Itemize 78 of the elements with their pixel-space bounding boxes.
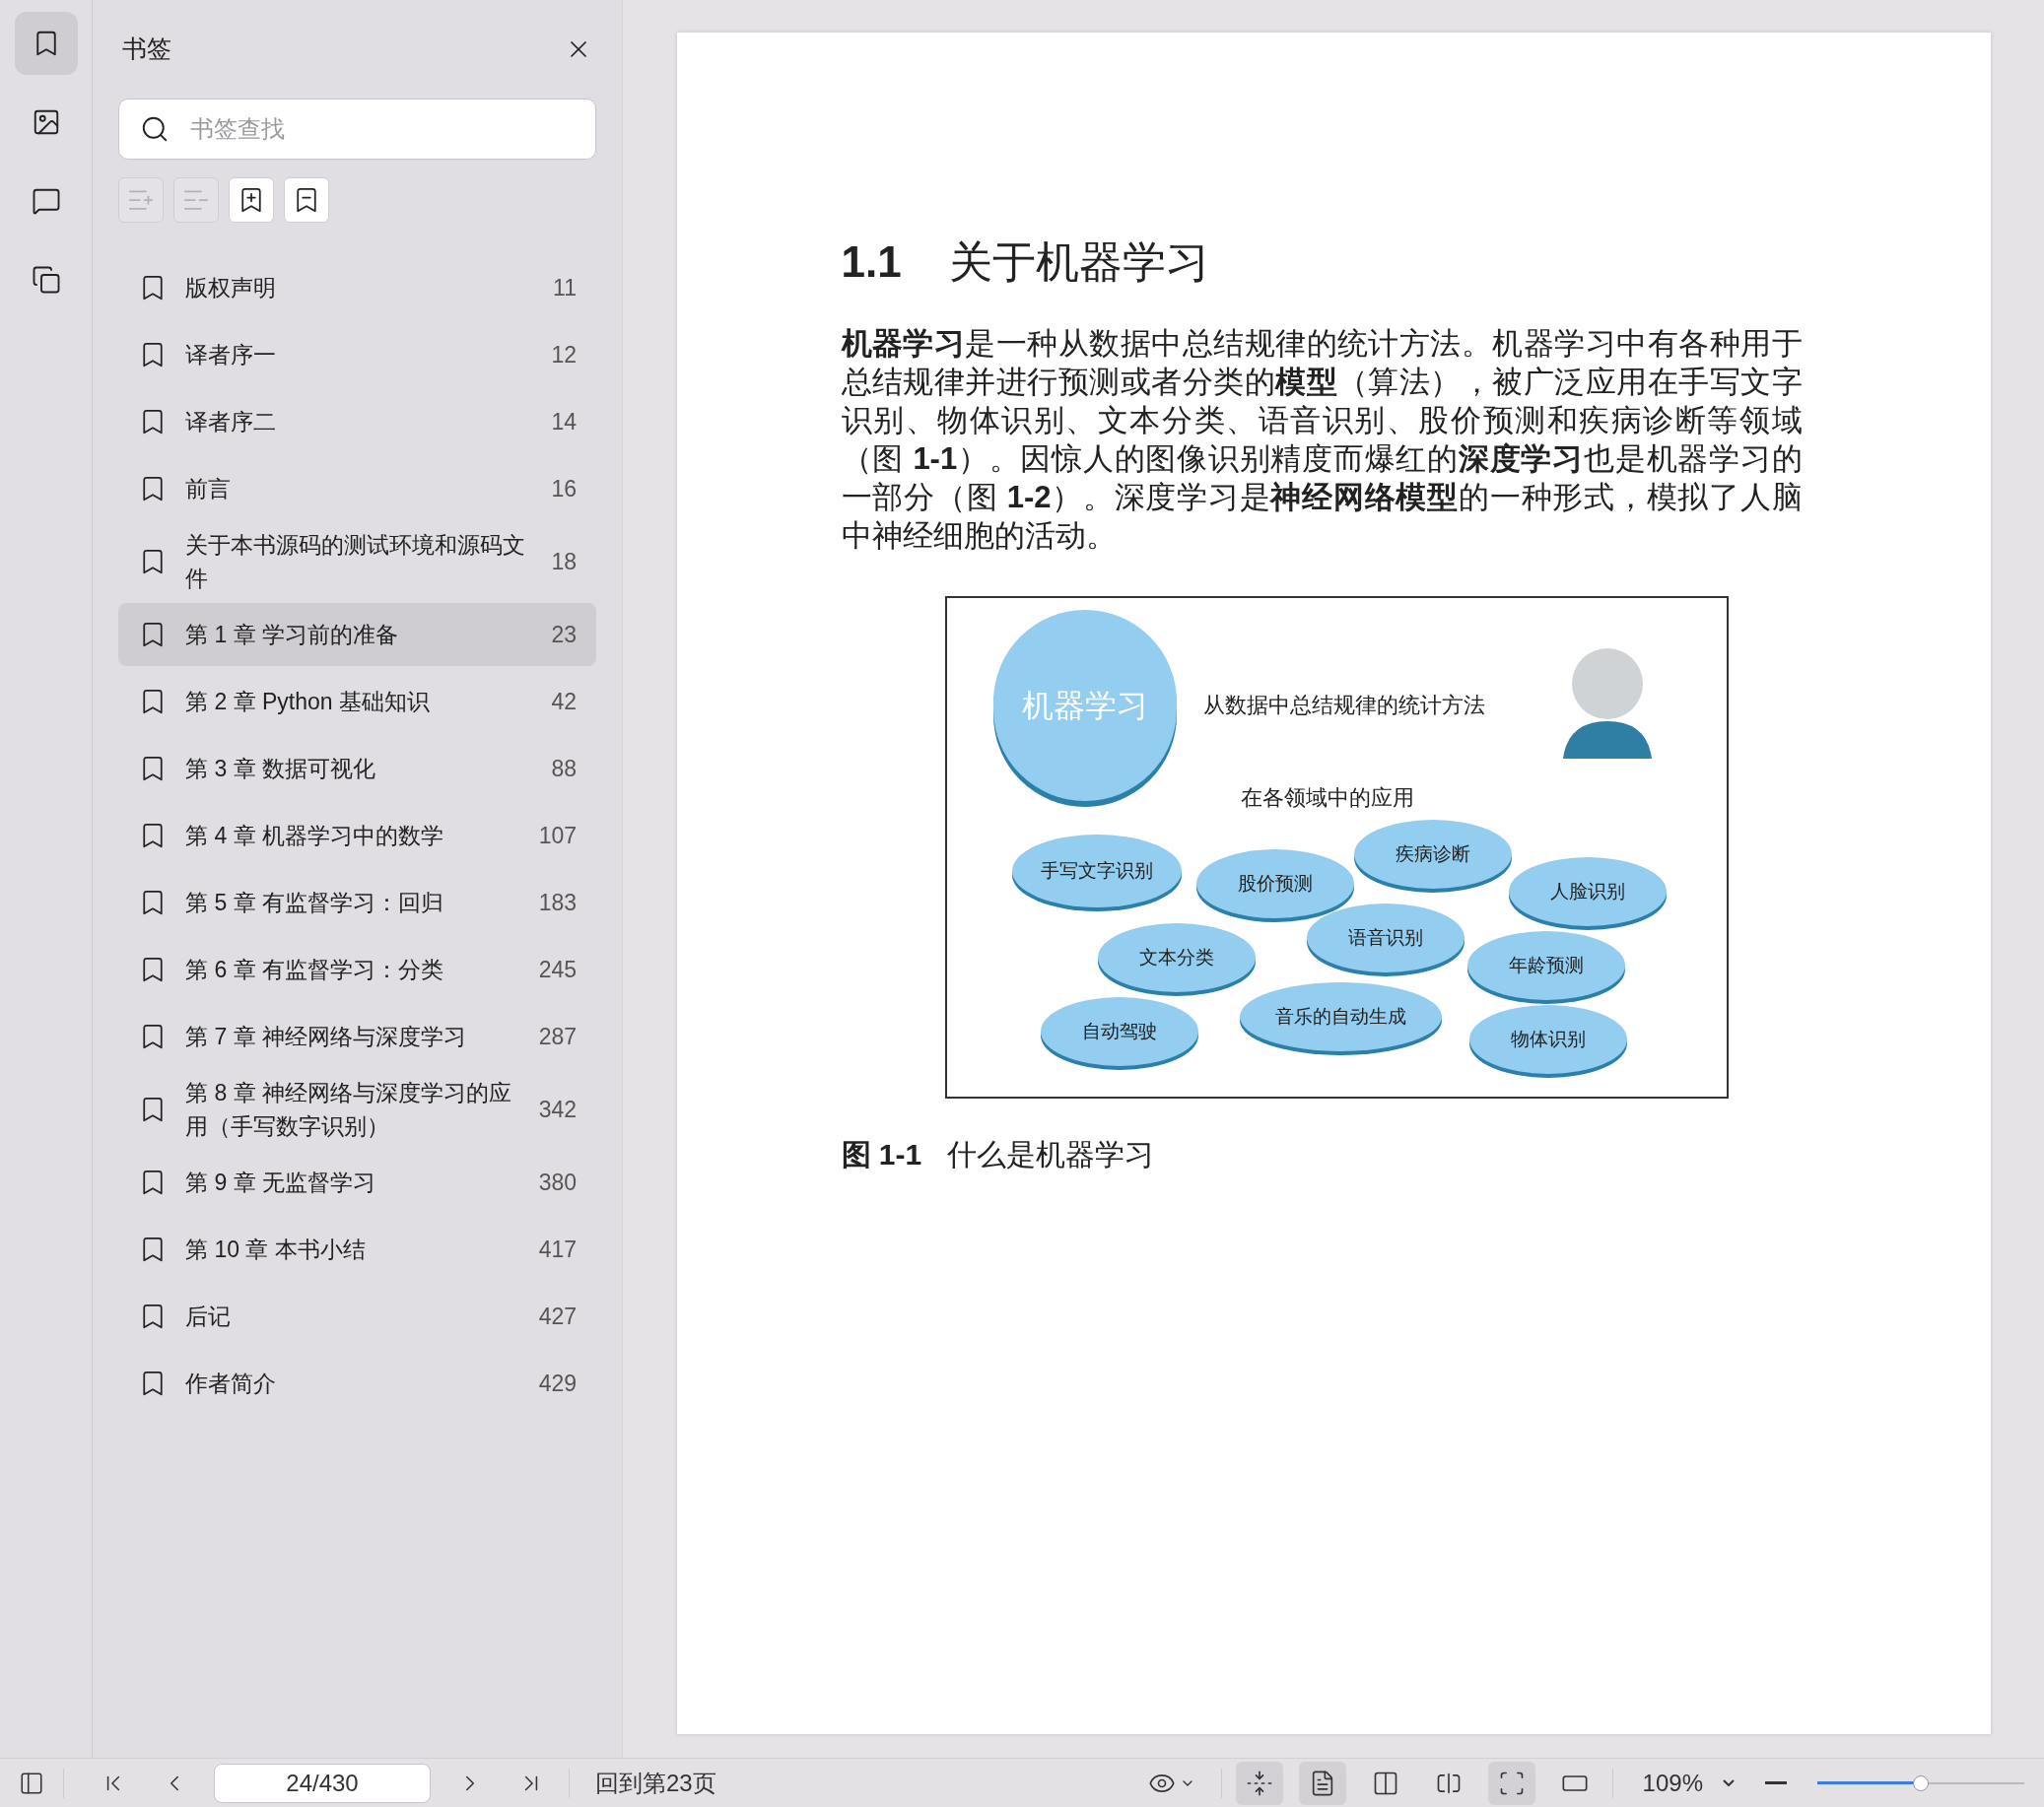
page-number: 23	[551, 620, 577, 649]
bookmark-title: 版权声明	[185, 274, 277, 302]
bookmark-item[interactable]: 第 9 章 无监督学习 380	[118, 1151, 596, 1214]
sidebar-panel-icon	[19, 1770, 44, 1796]
remove-bookmark-button[interactable]	[284, 177, 329, 223]
bookmark-item[interactable]: 第 7 章 神经网络与深度学习 287	[118, 1005, 596, 1068]
page-number: 107	[538, 821, 577, 850]
page-number: 11	[553, 273, 577, 302]
bookmark-title: 第 2 章 Python 基础知识	[185, 688, 431, 716]
back-to-page-link[interactable]: 回到第23页	[595, 1765, 716, 1801]
bookmark-title: 前言	[185, 475, 232, 503]
page-number: 380	[538, 1168, 577, 1197]
bookmark-title: 译者序二	[185, 408, 277, 436]
bookmark-item[interactable]: 前言 16	[118, 457, 596, 520]
fit-width-button[interactable]	[1235, 1761, 1283, 1805]
page-number: 18	[551, 547, 577, 576]
bookmark-title: 第 6 章 有监督学习：分类	[185, 956, 444, 984]
page-number: 12	[551, 340, 577, 369]
page-number: 287	[538, 1022, 577, 1051]
page-number: 183	[538, 888, 577, 917]
search-icon	[140, 114, 170, 144]
zoom-dropdown[interactable]: 109%	[1642, 1765, 1735, 1801]
fit-view-icon	[1245, 1769, 1273, 1797]
bookmark-title: 译者序一	[185, 341, 277, 369]
page-number: 42	[551, 687, 577, 716]
figure-caption: 什么是机器学习	[947, 1137, 1155, 1172]
section-number: 1.1	[841, 236, 902, 288]
page-number-field[interactable]: 24/430	[214, 1763, 431, 1803]
bookmark-title: 作者简介	[185, 1370, 277, 1398]
subtitle-text: 在各领域中的应用	[1240, 784, 1414, 812]
bookmark-item[interactable]: 第 5 章 有监督学习：回归 183	[118, 871, 596, 934]
bookmark-title: 关于本书源码的测试环境和源码文件	[185, 531, 526, 593]
section-heading: 关于机器学习	[948, 236, 1209, 288]
zoom-value: 109%	[1642, 1768, 1703, 1798]
sidebar-tab[interactable]	[14, 12, 78, 75]
add-bookmark-button[interactable]	[229, 177, 274, 223]
search-field[interactable]: 书签查找	[118, 99, 596, 160]
page-number: 88	[551, 754, 577, 783]
bookmark-item[interactable]: 第 2 章 Python 基础知识 42	[118, 670, 596, 733]
bookmark-item[interactable]: 第 10 章 本书小结 417	[118, 1218, 596, 1281]
body-paragraph: 机器学习是一种从数据中总结规律的统计方法。机器学习中有各种用于总结规律并进行预测或者分类的模型（算法），被广泛应用在手写文字识别、物体识别、文本分类、语音识别、股价预测和疾病诊断等领域（图 1-1）。因惊人的图像识别精度而爆红的深度学习也是机器学习的一部分（图 1-2）。深度学习是神经网络模型的一种形式，模拟了人脑中神经细胞的活动。	[841, 325, 1803, 555]
bookmark-title: 第 9 章 无监督学习	[185, 1169, 376, 1197]
comment-icon	[31, 186, 61, 216]
bookmark-item[interactable]: 关于本书源码的测试环境和源码文件 18	[118, 524, 596, 599]
bookmark-item[interactable]: 版权声明 11	[118, 256, 596, 319]
page-number: 429	[538, 1369, 577, 1398]
bookmark-title: 第 8 章 神经网络与深度学习的应用（手写数字识别）	[185, 1079, 512, 1141]
frame-button[interactable]	[1487, 1761, 1535, 1805]
bookmark-item[interactable]: 译者序二 14	[118, 390, 596, 453]
bookmark-item[interactable]: 第 1 章 学习前的准备 23	[118, 603, 596, 666]
bookmark-title: 后记	[185, 1303, 232, 1331]
bookmark-item[interactable]: 第 3 章 数据可视化 88	[118, 737, 596, 800]
definition-text: 从数据中总结规律的统计方法	[1202, 692, 1485, 719]
bookmark-title: 第 7 章 神经网络与深度学习	[185, 1023, 467, 1051]
bookmark-item[interactable]: 后记 427	[118, 1285, 596, 1348]
page-number: 417	[538, 1235, 577, 1264]
bookmark-item[interactable]: 译者序一 12	[118, 323, 596, 386]
panel-title: 书签	[122, 33, 171, 65]
bookmark-item[interactable]: 第 8 章 神经网络与深度学习的应用（手写数字识别） 342	[118, 1072, 596, 1147]
single-page-button[interactable]	[1298, 1761, 1346, 1805]
bookmark-title: 第 10 章 本书小结	[185, 1236, 367, 1264]
zoom-slider[interactable]	[1817, 1774, 2024, 1791]
bookmark-title: 第 4 章 机器学习中的数学	[185, 822, 444, 850]
bookmark-title: 第 5 章 有监督学习：回归	[185, 889, 444, 917]
page-number: 14	[551, 407, 577, 436]
bookmark-item[interactable]: 第 4 章 机器学习中的数学 107	[118, 804, 596, 867]
page-number: 16	[551, 474, 577, 503]
bookmark-item[interactable]: 第 6 章 有监督学习：分类 245	[118, 938, 596, 1001]
page-number: 342	[538, 1095, 577, 1124]
caret-icon	[1723, 1779, 1735, 1786]
figure-number: 图 1-1	[841, 1137, 922, 1172]
bookmark-item[interactable]: 作者简介 429	[118, 1352, 596, 1415]
page-number: 245	[538, 955, 577, 984]
page-number: 427	[538, 1302, 577, 1331]
bookmark-title: 第 1 章 学习前的准备	[185, 621, 399, 649]
copy-icon	[31, 265, 61, 295]
bookmark-title: 第 3 章 数据可视化	[185, 755, 376, 783]
minus-icon	[1765, 1781, 1787, 1784]
